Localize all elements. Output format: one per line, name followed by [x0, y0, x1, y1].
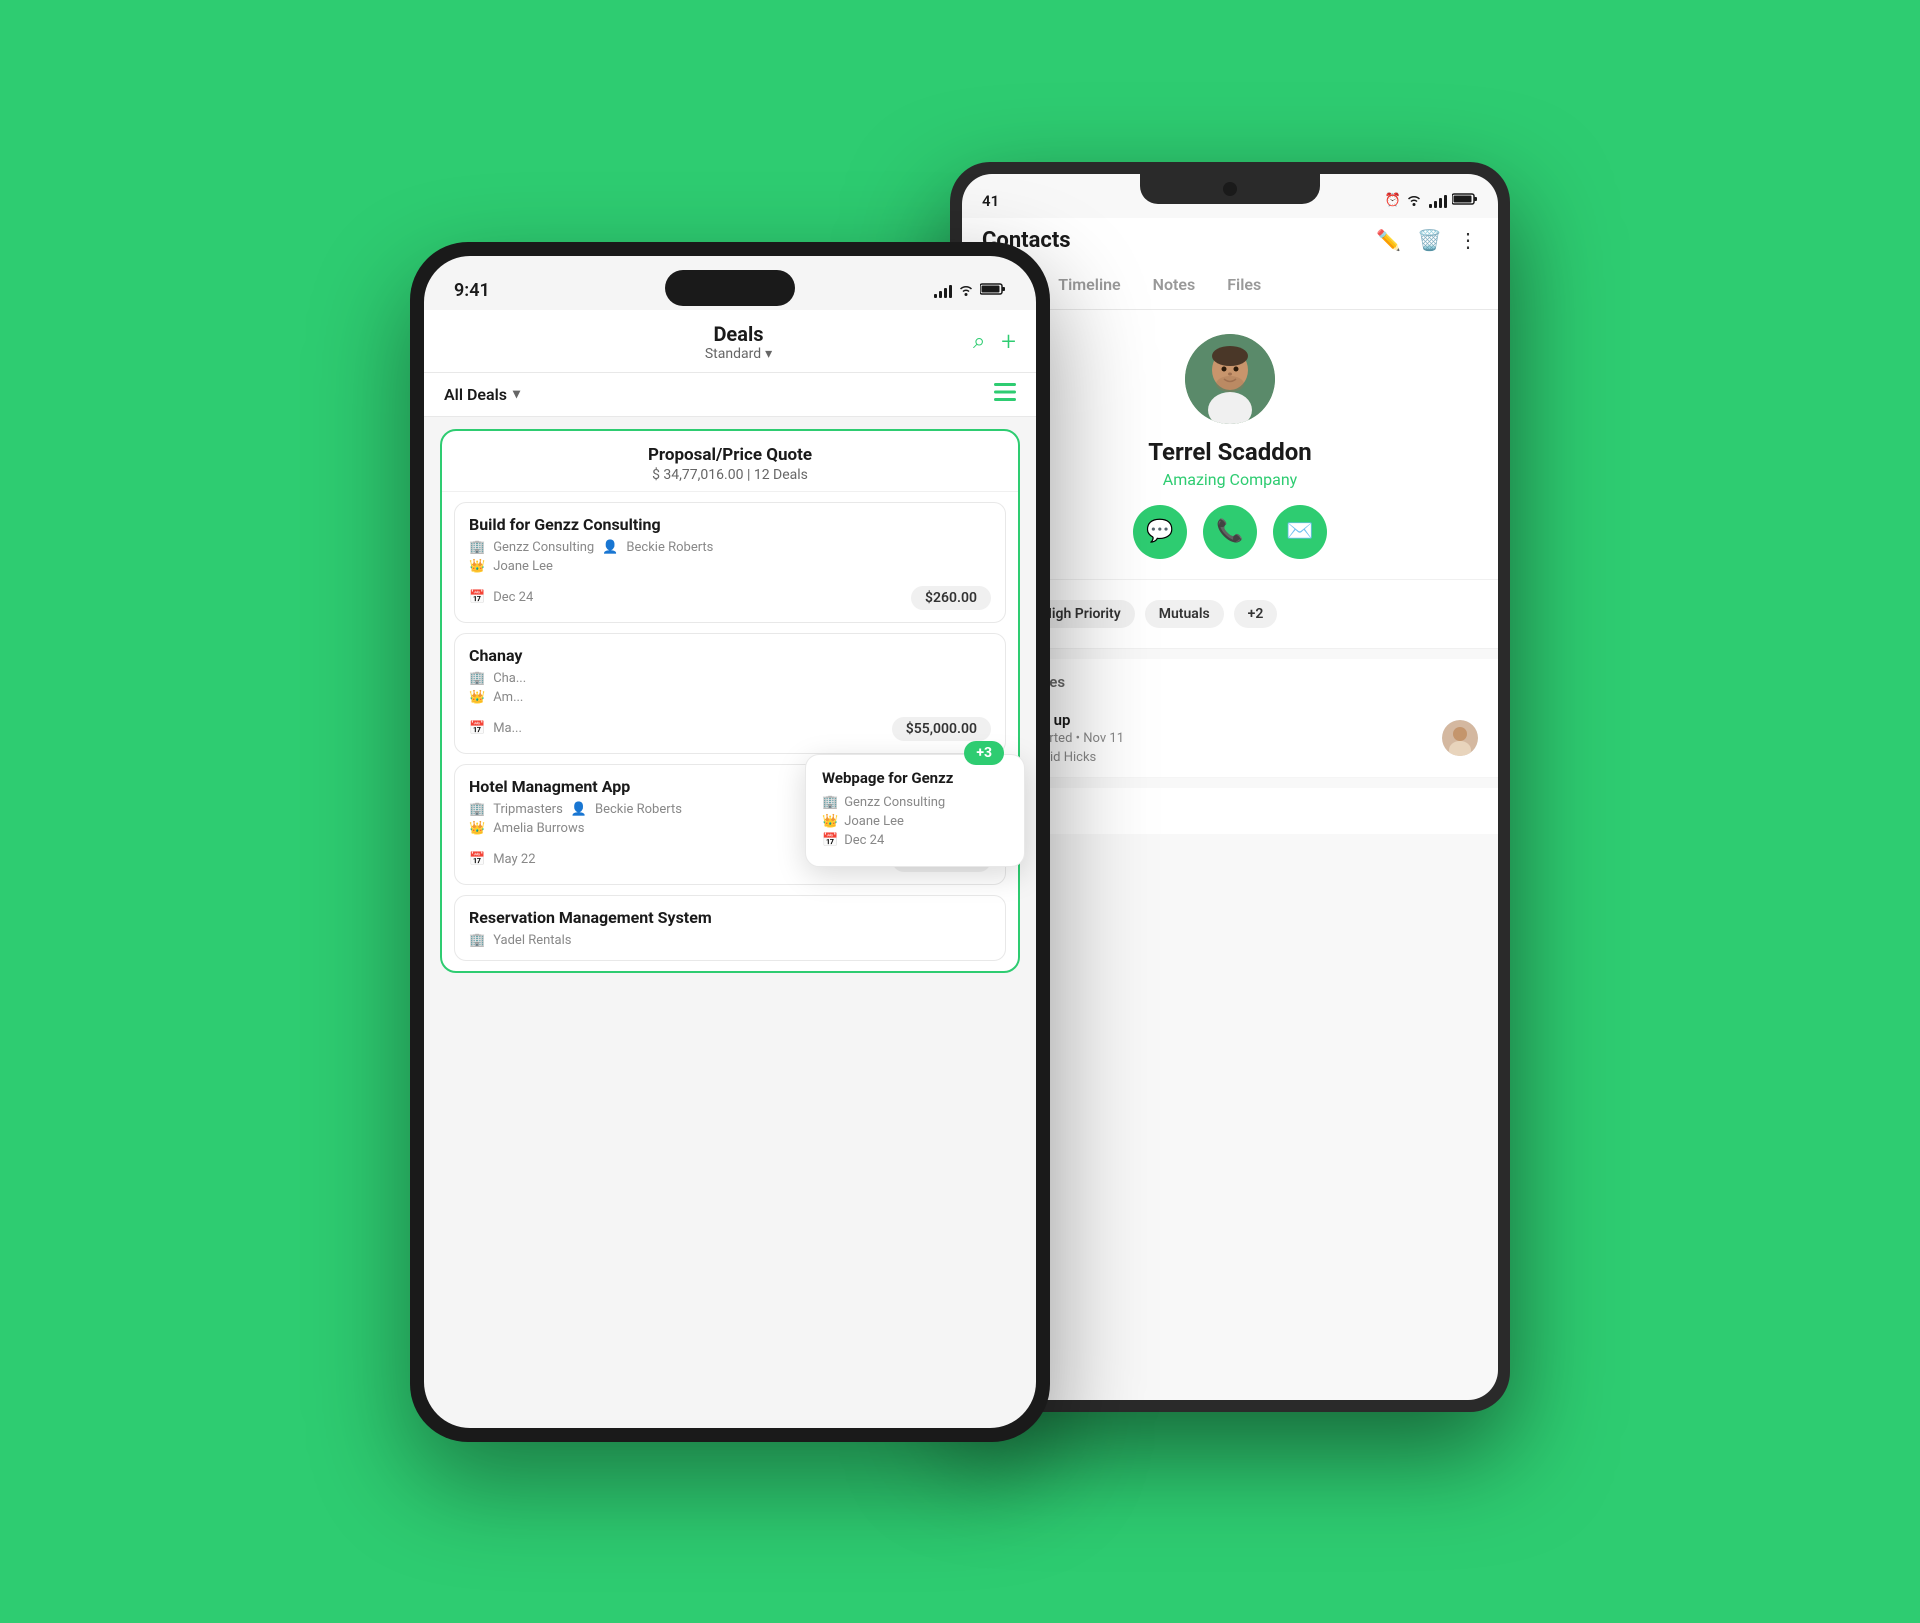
more-icon[interactable]: ⋮	[1458, 228, 1478, 252]
signal-bars-right	[1429, 194, 1447, 208]
deal-stage-title: Proposal/Price Quote	[458, 445, 1002, 465]
list-icon[interactable]	[994, 383, 1016, 406]
deal-title-chanay: Chanay	[469, 646, 991, 665]
tab-notes[interactable]: Notes	[1137, 263, 1212, 309]
call-btn[interactable]: 📞	[1203, 505, 1257, 559]
deal-meta-chanay: 🏢 Cha... 👑 Am... 📅 Ma...	[469, 671, 991, 741]
add-icon[interactable]: +	[1001, 327, 1016, 357]
filter-label[interactable]: All Deals ▾	[444, 385, 520, 404]
calendar-icon-3: 📅	[469, 852, 485, 867]
activity-avatar	[1442, 720, 1478, 756]
delete-icon[interactable]: 🗑️	[1417, 228, 1442, 252]
tab-files[interactable]: Files	[1211, 263, 1277, 309]
filter-bar: All Deals ▾	[424, 373, 1036, 417]
contact-avatar	[1185, 334, 1275, 424]
crown-icon: 👑	[469, 559, 485, 574]
notch-camera	[1223, 182, 1237, 196]
battery-icon-right	[1452, 192, 1478, 210]
contacts-header-icons: ✏️ 🗑️ ⋮	[1376, 228, 1478, 252]
deals-scroll-area[interactable]: Proposal/Price Quote $ 34,77,016.00 | 12…	[424, 417, 1036, 1428]
tag-more[interactable]: +2	[1234, 600, 1278, 628]
phone-left: 9:41	[410, 242, 1050, 1442]
wifi-icon	[958, 282, 974, 300]
popup-card[interactable]: +3 Webpage for Genzz 🏢 Genzz Consulting …	[805, 754, 1025, 867]
deal-stage-header: Proposal/Price Quote $ 34,77,016.00 | 12…	[442, 431, 1018, 492]
phone-icon: 📞	[1216, 519, 1243, 544]
person-icon: 👤	[602, 540, 618, 555]
tab-timeline[interactable]: Timeline	[1042, 263, 1136, 309]
open-deals-title: en Deals	[982, 802, 1478, 820]
app-header: Deals Standard ▾ ⌕ +	[424, 310, 1036, 373]
deal-stage-card: Proposal/Price Quote $ 34,77,016.00 | 12…	[440, 429, 1020, 973]
deal-stage-meta: $ 34,77,016.00 | 12 Deals	[458, 467, 1002, 483]
tag-mutuals[interactable]: Mutuals	[1145, 600, 1224, 628]
calendar-icon: 📅	[469, 590, 485, 605]
alarm-icon: ⏰	[1385, 193, 1401, 208]
status-icons-right: ⏰	[1385, 192, 1478, 210]
email-icon: ✉️	[1286, 519, 1313, 544]
popup-building-icon: 🏢	[822, 795, 838, 810]
app-subtitle: Standard ▾	[504, 346, 973, 362]
search-icon[interactable]: ⌕	[973, 329, 985, 354]
contact-name: Terrel Scaddon	[1148, 438, 1312, 466]
signal-bars-icon	[934, 284, 952, 298]
person-icon-3: 👤	[571, 802, 587, 817]
activity-assignee-row: 👥 David Hicks	[1006, 750, 1428, 765]
activity-content: Follow up Not Started • Nov 11 👥 David H…	[1006, 711, 1428, 765]
message-icon: 💬	[1146, 519, 1173, 544]
status-icons	[934, 282, 1006, 300]
app-title: Deals	[504, 322, 973, 346]
edit-icon[interactable]: ✏️	[1376, 228, 1401, 252]
building-icon-2: 🏢	[469, 671, 485, 686]
message-btn[interactable]: 💬	[1133, 505, 1187, 559]
deal-item[interactable]: Build for Genzz Consulting 🏢 Genzz Consu…	[454, 502, 1006, 623]
deal-price: $260.00	[911, 586, 991, 610]
activity-meta: Not Started • Nov 11	[1006, 731, 1428, 746]
wifi-icon-right	[1406, 192, 1422, 210]
avatar-svg	[1185, 334, 1275, 424]
notch	[1140, 174, 1320, 204]
popup-calendar-icon: 📅	[822, 833, 838, 848]
deal-meta: 🏢 Genzz Consulting 👤 Beckie Roberts 👑 Jo…	[469, 540, 991, 610]
crown-icon-2: 👑	[469, 690, 485, 705]
building-icon-3: 🏢	[469, 802, 485, 817]
popup-crown-icon: 👑	[822, 814, 838, 829]
crown-icon-3: 👑	[469, 821, 485, 836]
activity-title: Follow up	[1006, 711, 1428, 729]
contact-actions: 💬 📞 ✉️	[1133, 505, 1327, 559]
deal-item-chanay[interactable]: Chanay 🏢 Cha... 👑 Am...	[454, 633, 1006, 754]
building-icon-4: 🏢	[469, 933, 485, 948]
app-header-center: Deals Standard ▾	[504, 322, 973, 362]
status-time-right: 41	[982, 192, 999, 210]
deal-title: Build for Genzz Consulting	[469, 515, 991, 534]
popup-badge: +3	[964, 741, 1004, 765]
calendar-icon-2: 📅	[469, 721, 485, 736]
deal-item-reservation[interactable]: Reservation Management System 🏢 Yadel Re…	[454, 895, 1006, 961]
deal-price-chanay: $55,000.00	[892, 717, 991, 741]
contact-company: Amazing Company	[1163, 470, 1297, 489]
status-time: 9:41	[454, 280, 490, 301]
phones-container: 9:41	[410, 162, 1510, 1462]
dynamic-island	[665, 270, 795, 306]
battery-icon	[980, 282, 1006, 300]
popup-title: Webpage for Genzz	[822, 769, 1008, 787]
deal-title-reservation: Reservation Management System	[469, 908, 991, 927]
header-icons: ⌕ +	[973, 327, 1016, 357]
building-icon: 🏢	[469, 540, 485, 555]
contacts-header: Contacts ✏️ 🗑️ ⋮	[962, 218, 1498, 263]
email-btn[interactable]: ✉️	[1273, 505, 1327, 559]
